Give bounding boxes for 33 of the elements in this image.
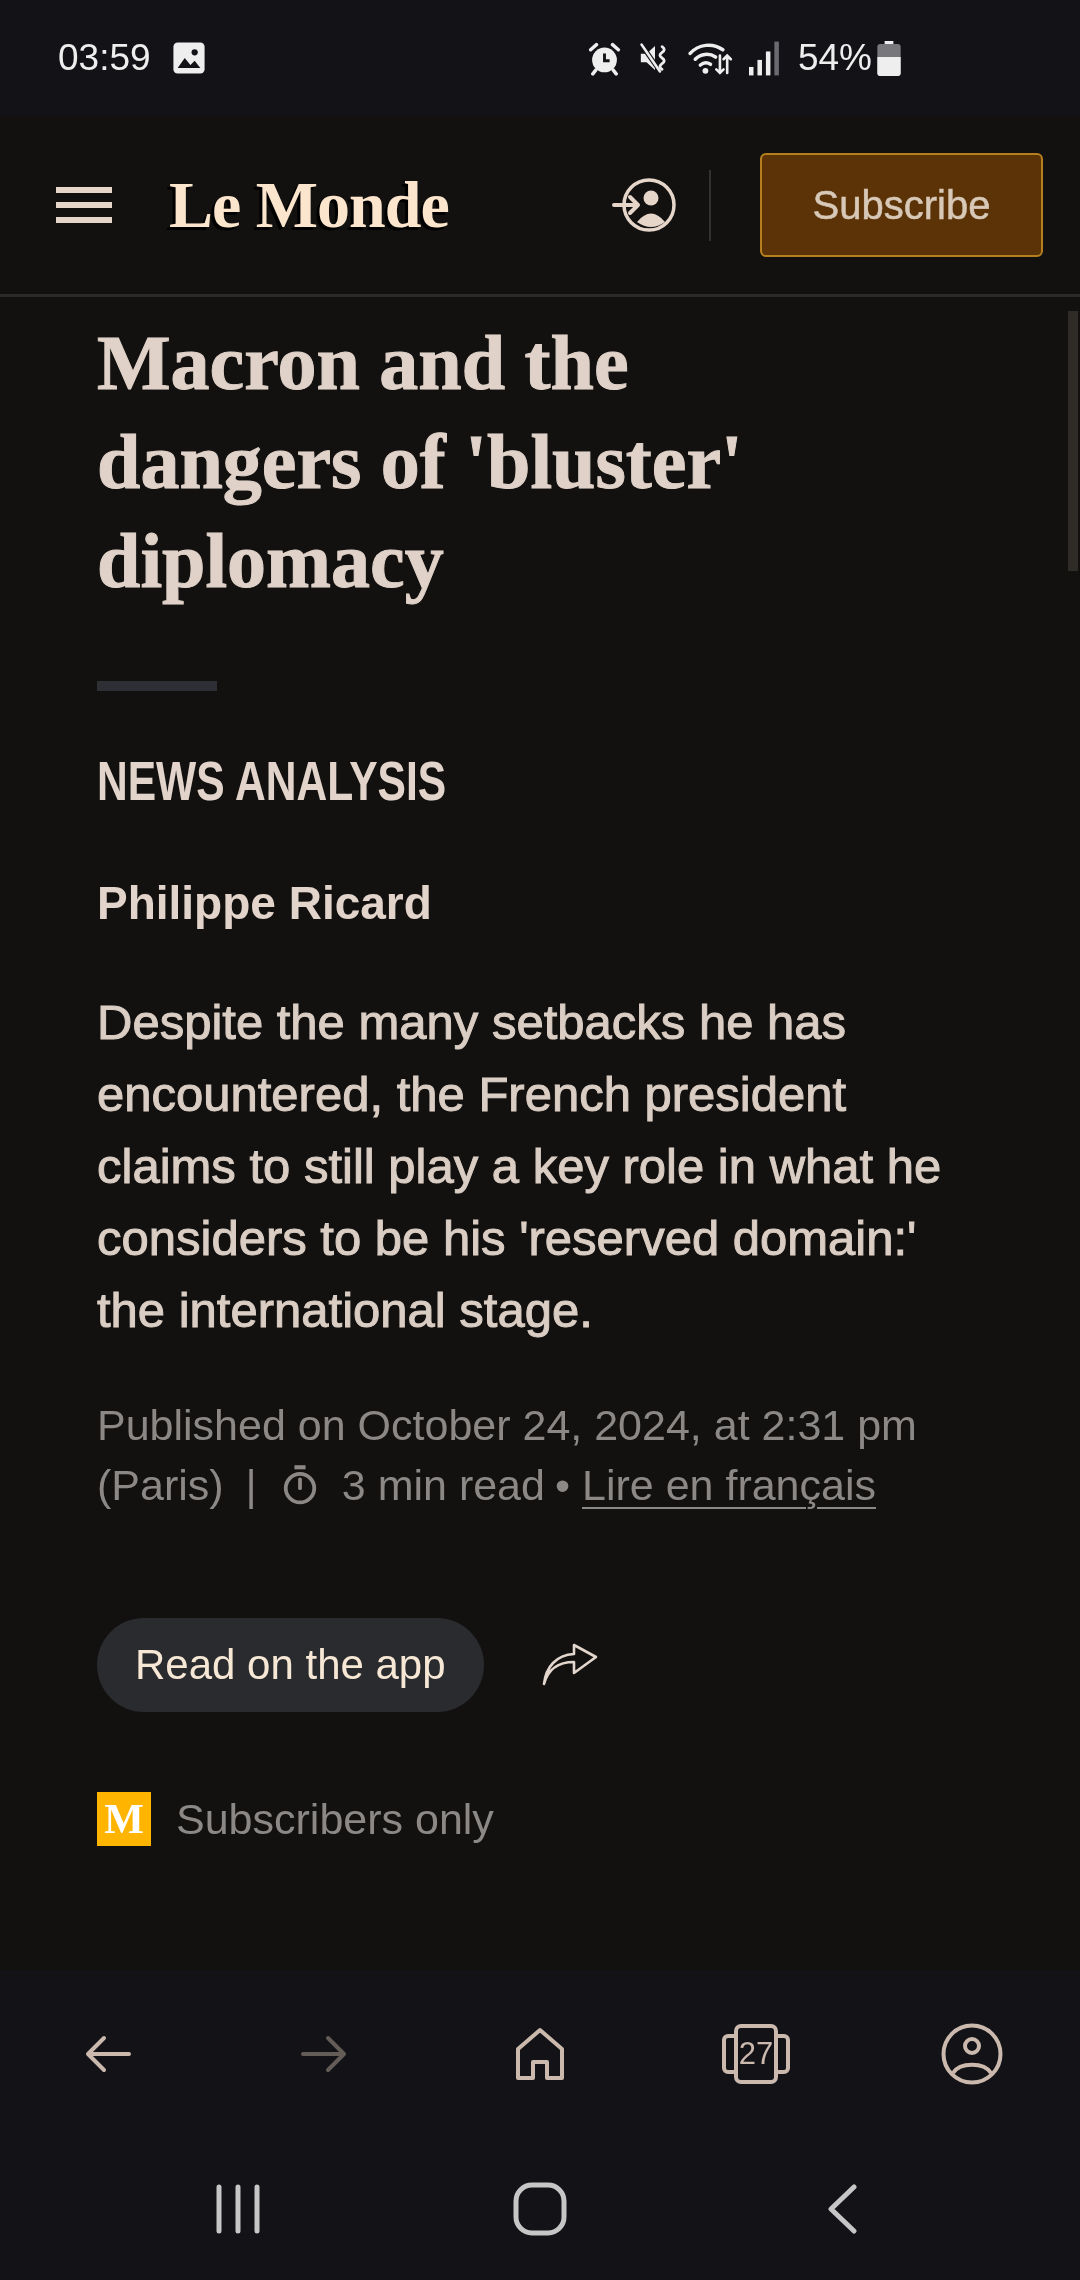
scrollbar-thumb[interactable]	[1068, 311, 1078, 571]
battery-icon	[877, 40, 901, 76]
signal-icon	[748, 40, 780, 76]
subscribe-button[interactable]: Subscribe	[760, 153, 1043, 257]
system-home-icon[interactable]	[513, 2181, 567, 2236]
gallery-icon	[171, 41, 206, 75]
alarm-icon	[586, 40, 622, 76]
publish-date: Published on October 24, 2024, at 2:31 pm	[97, 1400, 917, 1451]
section-label: NEWS ANALYSIS	[97, 749, 447, 813]
clock-time: 03:59	[58, 36, 151, 80]
author-name: Philippe Ricard	[97, 876, 432, 931]
read-on-app-button[interactable]: Read on the app	[97, 1618, 484, 1712]
wifi-icon	[687, 40, 733, 76]
article-title: Macron and the dangers of 'bluster' diplomacy	[97, 318, 744, 606]
sign-in-icon[interactable]	[612, 177, 676, 233]
tab-count[interactable]: 27	[720, 2035, 792, 2072]
subscribers-only-label: Subscribers only	[176, 1794, 494, 1845]
separator: |	[245, 1460, 257, 1511]
subscriber-badge: M	[97, 1792, 151, 1846]
profile-icon[interactable]	[941, 2022, 1003, 2085]
tabs-icon[interactable]	[720, 2023, 792, 2084]
recent-apps-icon[interactable]	[215, 2183, 261, 2234]
bullet-separator: •	[554, 1460, 570, 1511]
language-link[interactable]: Lire en français	[582, 1455, 876, 1515]
share-icon[interactable]	[540, 1643, 599, 1687]
menu-icon[interactable]	[56, 187, 112, 223]
battery-percentage: 54%	[797, 36, 872, 80]
read-time: 3 min read	[341, 1460, 545, 1511]
article-summary: Despite the many setbacks he has encountered, the French president claims to still play a key role in what he considers to be his 'reserved domain:' the international stage.	[97, 994, 943, 1339]
timezone-label: (Paris)	[97, 1460, 224, 1511]
home-icon[interactable]	[515, 2026, 565, 2081]
system-back-icon[interactable]	[826, 2183, 858, 2234]
logo[interactable]: Le Monde	[169, 167, 449, 243]
